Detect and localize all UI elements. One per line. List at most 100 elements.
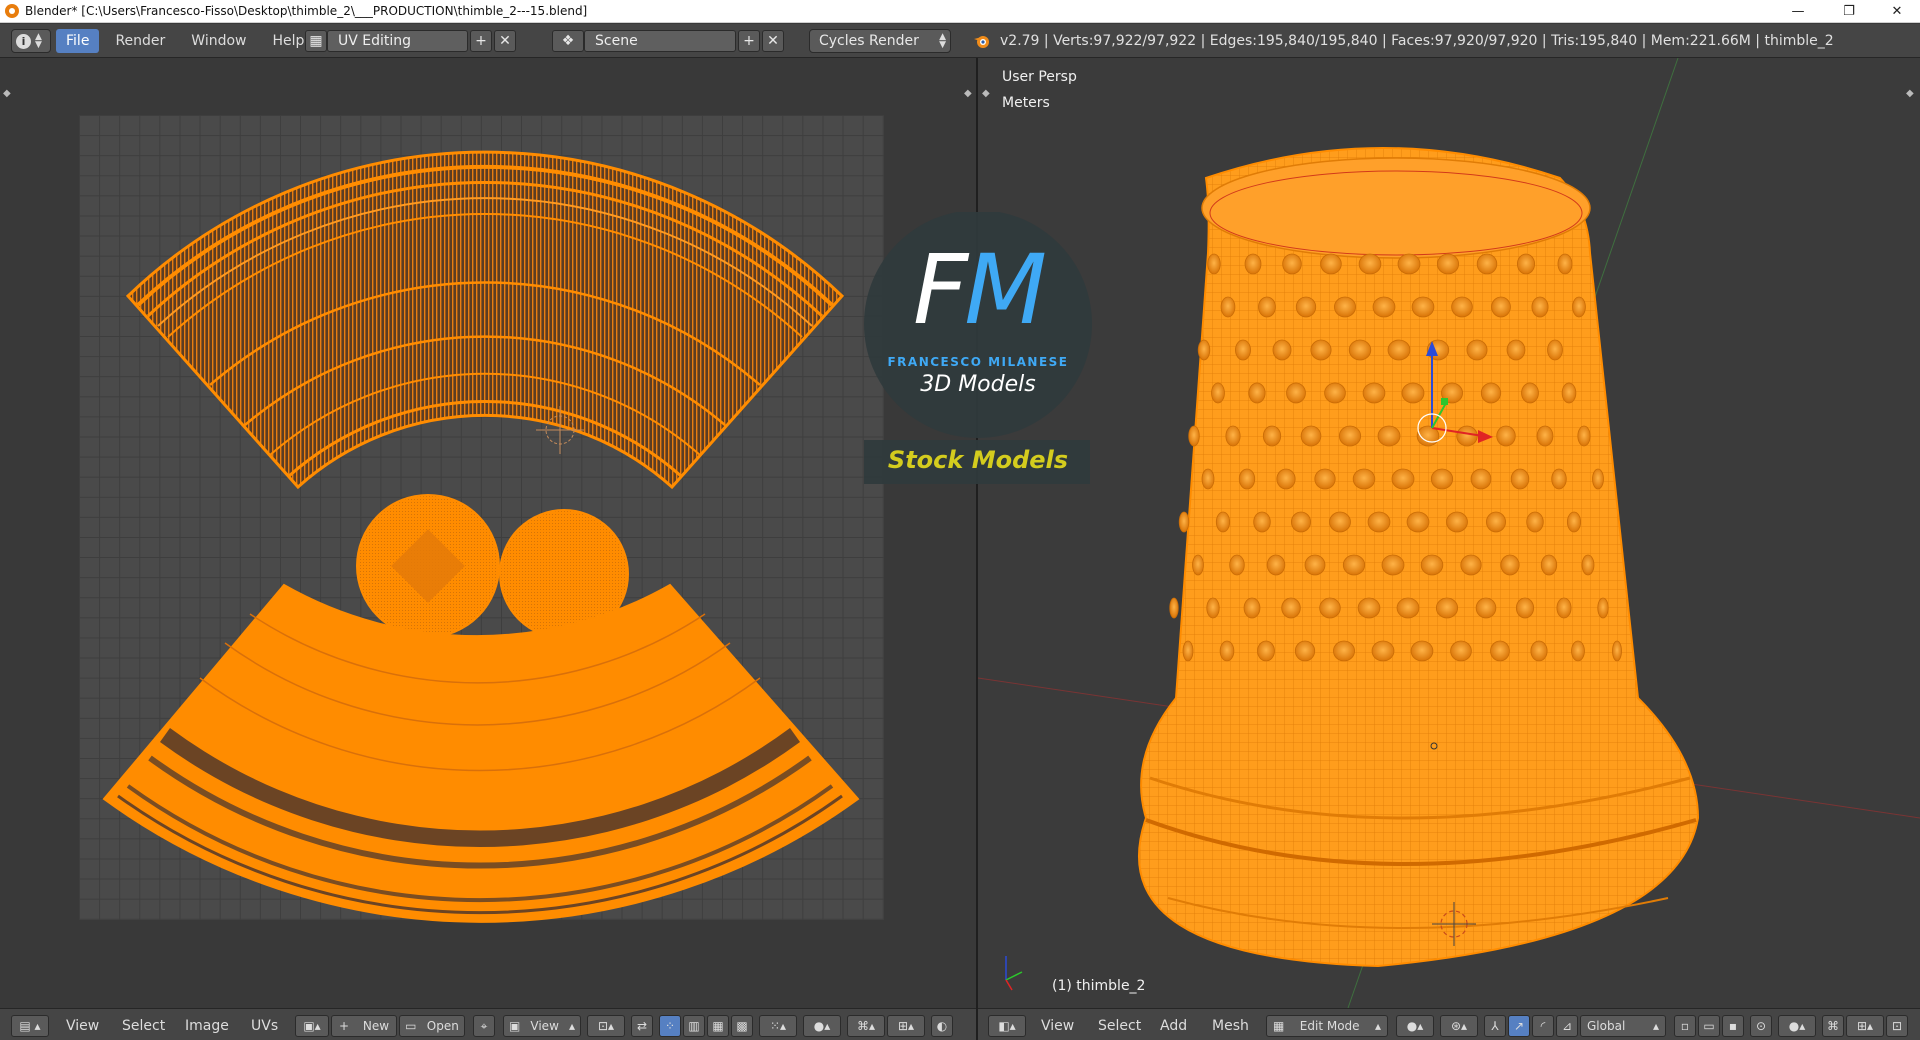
dimple bbox=[1572, 296, 1586, 318]
delete-screen-icon[interactable]: ✕ bbox=[494, 30, 516, 52]
edge-select-mode-icon[interactable]: ▭ bbox=[1698, 1015, 1720, 1037]
dimple bbox=[1476, 253, 1498, 275]
new-image-button[interactable]: + New bbox=[331, 1015, 397, 1037]
dimple bbox=[1491, 296, 1511, 318]
island-select-icon[interactable]: ▩ bbox=[731, 1015, 753, 1037]
editor-type-selector[interactable]: i ▲ ▼ bbox=[11, 29, 51, 53]
open-image-label: Open bbox=[426, 1019, 459, 1033]
snap-toggle-icon[interactable]: ⌘ bbox=[1822, 1015, 1844, 1037]
add-scene-icon[interactable]: + bbox=[738, 30, 760, 52]
pivot-icon[interactable]: ⊡▴ bbox=[587, 1015, 625, 1037]
logo-brand-name: FRANCESCO MILANESE bbox=[887, 355, 1069, 369]
dimple bbox=[1526, 511, 1544, 533]
uv-menu-select[interactable]: Select bbox=[122, 1014, 165, 1038]
screen-layout-name[interactable]: UV Editing bbox=[327, 30, 468, 52]
snap-target-icon[interactable]: ⊡ bbox=[1886, 1015, 1908, 1037]
dimple bbox=[1456, 425, 1478, 447]
uv-menu-image[interactable]: Image bbox=[185, 1014, 229, 1038]
dimple bbox=[1381, 554, 1405, 576]
dimple bbox=[1320, 253, 1342, 275]
sync-selection-icon[interactable]: ⇄ bbox=[631, 1015, 653, 1037]
dimple bbox=[1290, 511, 1312, 533]
snap-target-icon[interactable]: ⊞▴ bbox=[887, 1015, 925, 1037]
dimple bbox=[1338, 425, 1362, 447]
dimple bbox=[1556, 597, 1572, 619]
uv-menu-view[interactable]: View bbox=[66, 1014, 99, 1038]
updown-arrows-icon: ▲ ▼ bbox=[939, 32, 946, 50]
limit-selection-icon[interactable]: ⊙ bbox=[1750, 1015, 1772, 1037]
dimple bbox=[1243, 597, 1261, 619]
vp-menu-add[interactable]: Add bbox=[1160, 1014, 1187, 1038]
interaction-mode-selector[interactable]: ▦ Edit Mode ▴ bbox=[1266, 1015, 1388, 1037]
sticky-mode-icon[interactable]: ⁙▴ bbox=[759, 1015, 797, 1037]
open-image-button[interactable]: ▭ Open bbox=[399, 1015, 465, 1037]
face-select-icon[interactable]: ▦ bbox=[707, 1015, 729, 1037]
dimple bbox=[1466, 339, 1488, 361]
dimple bbox=[1357, 597, 1381, 619]
uv-islands bbox=[102, 150, 860, 923]
vp-menu-select[interactable]: Select bbox=[1098, 1014, 1141, 1038]
dimple bbox=[1266, 554, 1286, 576]
menu-render[interactable]: Render bbox=[105, 29, 175, 53]
delete-scene-icon[interactable]: ✕ bbox=[762, 30, 784, 52]
scene-selector[interactable]: ❖ Scene + ✕ bbox=[552, 29, 784, 53]
scale-manipulator-icon[interactable]: ⊿ bbox=[1556, 1015, 1578, 1037]
pivot-point-icon[interactable]: ⊛▴ bbox=[1440, 1015, 1478, 1037]
edge-select-icon[interactable]: ▥ bbox=[683, 1015, 705, 1037]
dimple bbox=[1451, 296, 1473, 318]
rotate-manipulator-icon[interactable]: ◜ bbox=[1532, 1015, 1554, 1037]
dimple bbox=[1371, 640, 1395, 662]
dimple bbox=[1206, 597, 1220, 619]
dimple bbox=[1300, 425, 1322, 447]
uv-image-editor[interactable]: ◆ ◆ bbox=[0, 58, 976, 1008]
face-select-mode-icon[interactable]: ▪ bbox=[1722, 1015, 1744, 1037]
dimple bbox=[1286, 382, 1306, 404]
transform-orientation-selector[interactable]: Global ▴ bbox=[1580, 1015, 1666, 1037]
vertex-select-icon[interactable]: ⁘ bbox=[659, 1015, 681, 1037]
dimple bbox=[1294, 640, 1316, 662]
dimple bbox=[1496, 425, 1516, 447]
menu-file[interactable]: File bbox=[56, 29, 100, 53]
dimple bbox=[1188, 425, 1200, 447]
manipulator-toggle-icon[interactable]: ⅄ bbox=[1484, 1015, 1506, 1037]
editor-type-3d-icon[interactable]: ◧▴ bbox=[988, 1015, 1026, 1037]
3d-viewport[interactable]: User Persp Meters ◆ ◆ (1) thimble_2 bbox=[978, 58, 1920, 1008]
uv-island-left-disc[interactable] bbox=[356, 494, 500, 638]
dimple bbox=[1506, 339, 1526, 361]
proportional-edit-icon[interactable]: ●▴ bbox=[1778, 1015, 1816, 1037]
snap-icon[interactable]: ⌘▴ bbox=[847, 1015, 885, 1037]
add-screen-icon[interactable]: + bbox=[470, 30, 492, 52]
dimple bbox=[1470, 468, 1492, 490]
viewport-shading-icon[interactable]: ●▴ bbox=[1396, 1015, 1434, 1037]
vp-menu-view[interactable]: View bbox=[1041, 1014, 1074, 1038]
uv-island-top-fan[interactable] bbox=[125, 150, 845, 490]
translate-manipulator-icon[interactable]: ↗ bbox=[1508, 1015, 1530, 1037]
dimple bbox=[1436, 253, 1460, 275]
restore-button[interactable]: ❐ bbox=[1826, 0, 1872, 23]
dimple bbox=[1612, 640, 1622, 662]
blender-logo-icon bbox=[972, 29, 992, 53]
render-icon[interactable]: ◐ bbox=[931, 1015, 953, 1037]
image-browse-icon[interactable]: ▣▴ bbox=[295, 1015, 329, 1037]
menu-window[interactable]: Window bbox=[181, 29, 256, 53]
thimble-mesh[interactable] bbox=[978, 58, 1920, 1008]
vertex-select-mode-icon[interactable]: ▫ bbox=[1674, 1015, 1696, 1037]
vp-menu-mesh[interactable]: Mesh bbox=[1212, 1014, 1249, 1038]
view-mode-selector[interactable]: ▣ View ▴ bbox=[503, 1015, 581, 1037]
screen-layout-selector[interactable]: ▦ UV Editing + ✕ bbox=[305, 29, 516, 53]
dimple bbox=[1561, 382, 1577, 404]
render-engine-selector[interactable]: Cycles Render ▲ ▼ bbox=[809, 29, 951, 53]
active-object-label: (1) thimble_2 bbox=[1052, 978, 1146, 994]
snap-element-icon[interactable]: ⊞▴ bbox=[1846, 1015, 1884, 1037]
dimple bbox=[1362, 382, 1386, 404]
uv-island-bottom-fan[interactable] bbox=[102, 583, 860, 923]
dimple bbox=[1597, 597, 1609, 619]
dimple bbox=[1348, 339, 1372, 361]
close-button[interactable]: ✕ bbox=[1874, 0, 1920, 23]
scene-name[interactable]: Scene bbox=[584, 30, 736, 52]
editor-type-uv-icon[interactable]: ▤ ▴ bbox=[11, 1015, 49, 1037]
minimize-button[interactable]: — bbox=[1775, 0, 1821, 23]
pin-icon[interactable]: ⌖ bbox=[473, 1015, 495, 1037]
uv-menu-uvs[interactable]: UVs bbox=[251, 1014, 278, 1038]
proportional-edit-icon[interactable]: ●▴ bbox=[803, 1015, 841, 1037]
